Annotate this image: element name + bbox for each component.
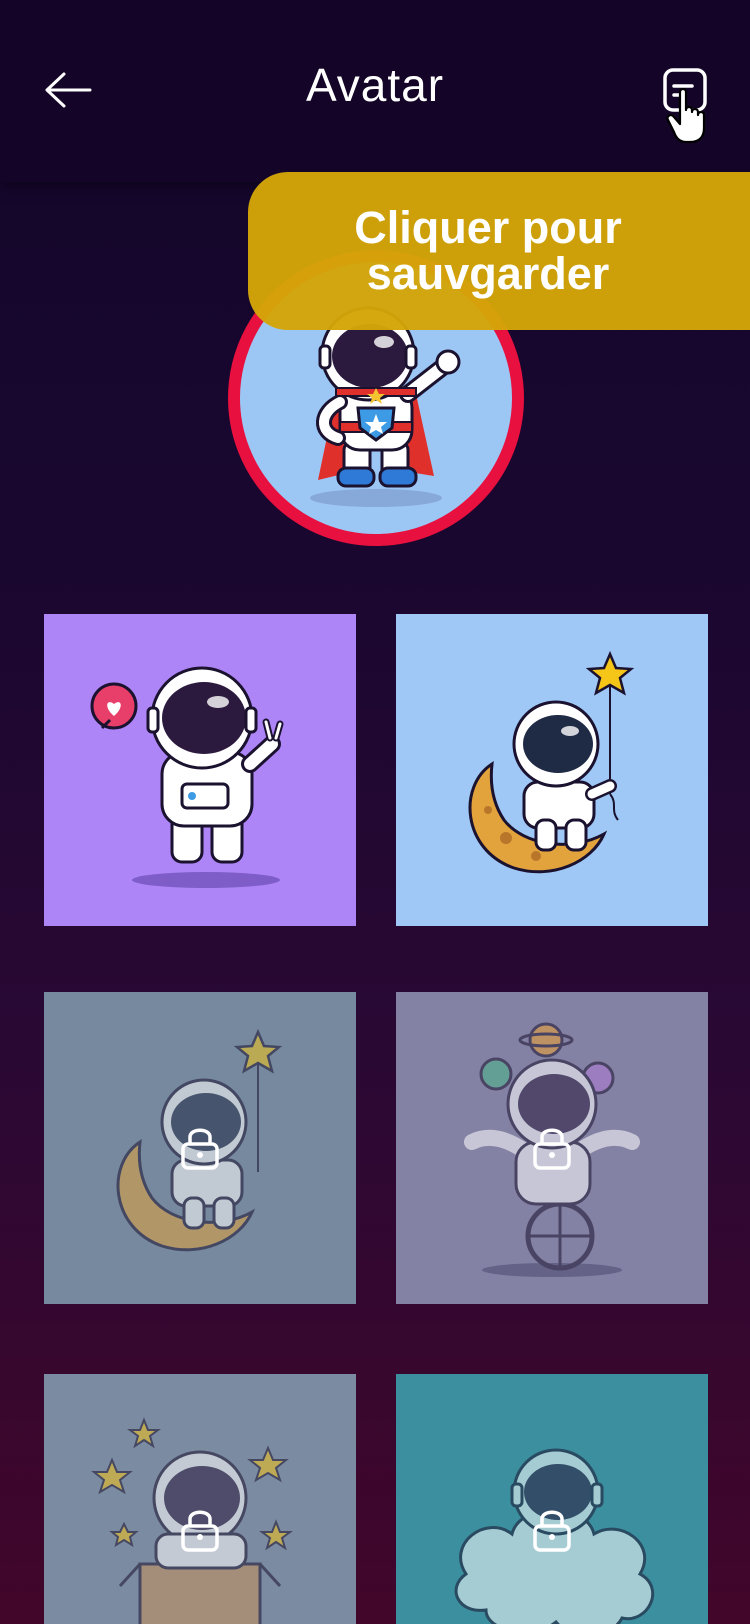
avatar-tile-4[interactable]: [396, 992, 708, 1304]
astronaut-peace-heart-icon: [90, 666, 284, 888]
lock-icon: [181, 1128, 219, 1170]
lock-icon: [533, 1128, 571, 1170]
avatar-tile-1[interactable]: [44, 614, 356, 926]
avatar-tile-2[interactable]: [396, 614, 708, 926]
lock-icon: [533, 1510, 571, 1552]
tooltip-line-1: Cliquer pour: [354, 202, 622, 253]
avatar-tile-5[interactable]: [44, 1374, 356, 1624]
tooltip-line-2: sauvgarder: [366, 248, 610, 299]
avatar-tile-6[interactable]: [396, 1374, 708, 1624]
astronaut-space-box-icon: [91, 1417, 293, 1624]
save-tooltip: Cliquer pour sauvgarder: [248, 172, 750, 330]
app-header: Avatar: [0, 0, 750, 182]
save-icon: [663, 68, 707, 144]
avatar-tile-3[interactable]: [44, 992, 356, 1304]
save-button[interactable]: [656, 62, 720, 146]
lock-icon: [181, 1510, 219, 1552]
astronaut-cloud-icon: [454, 1448, 654, 1624]
astronaut-moon-star-icon: [468, 650, 635, 874]
page-title: Avatar: [305, 59, 445, 111]
